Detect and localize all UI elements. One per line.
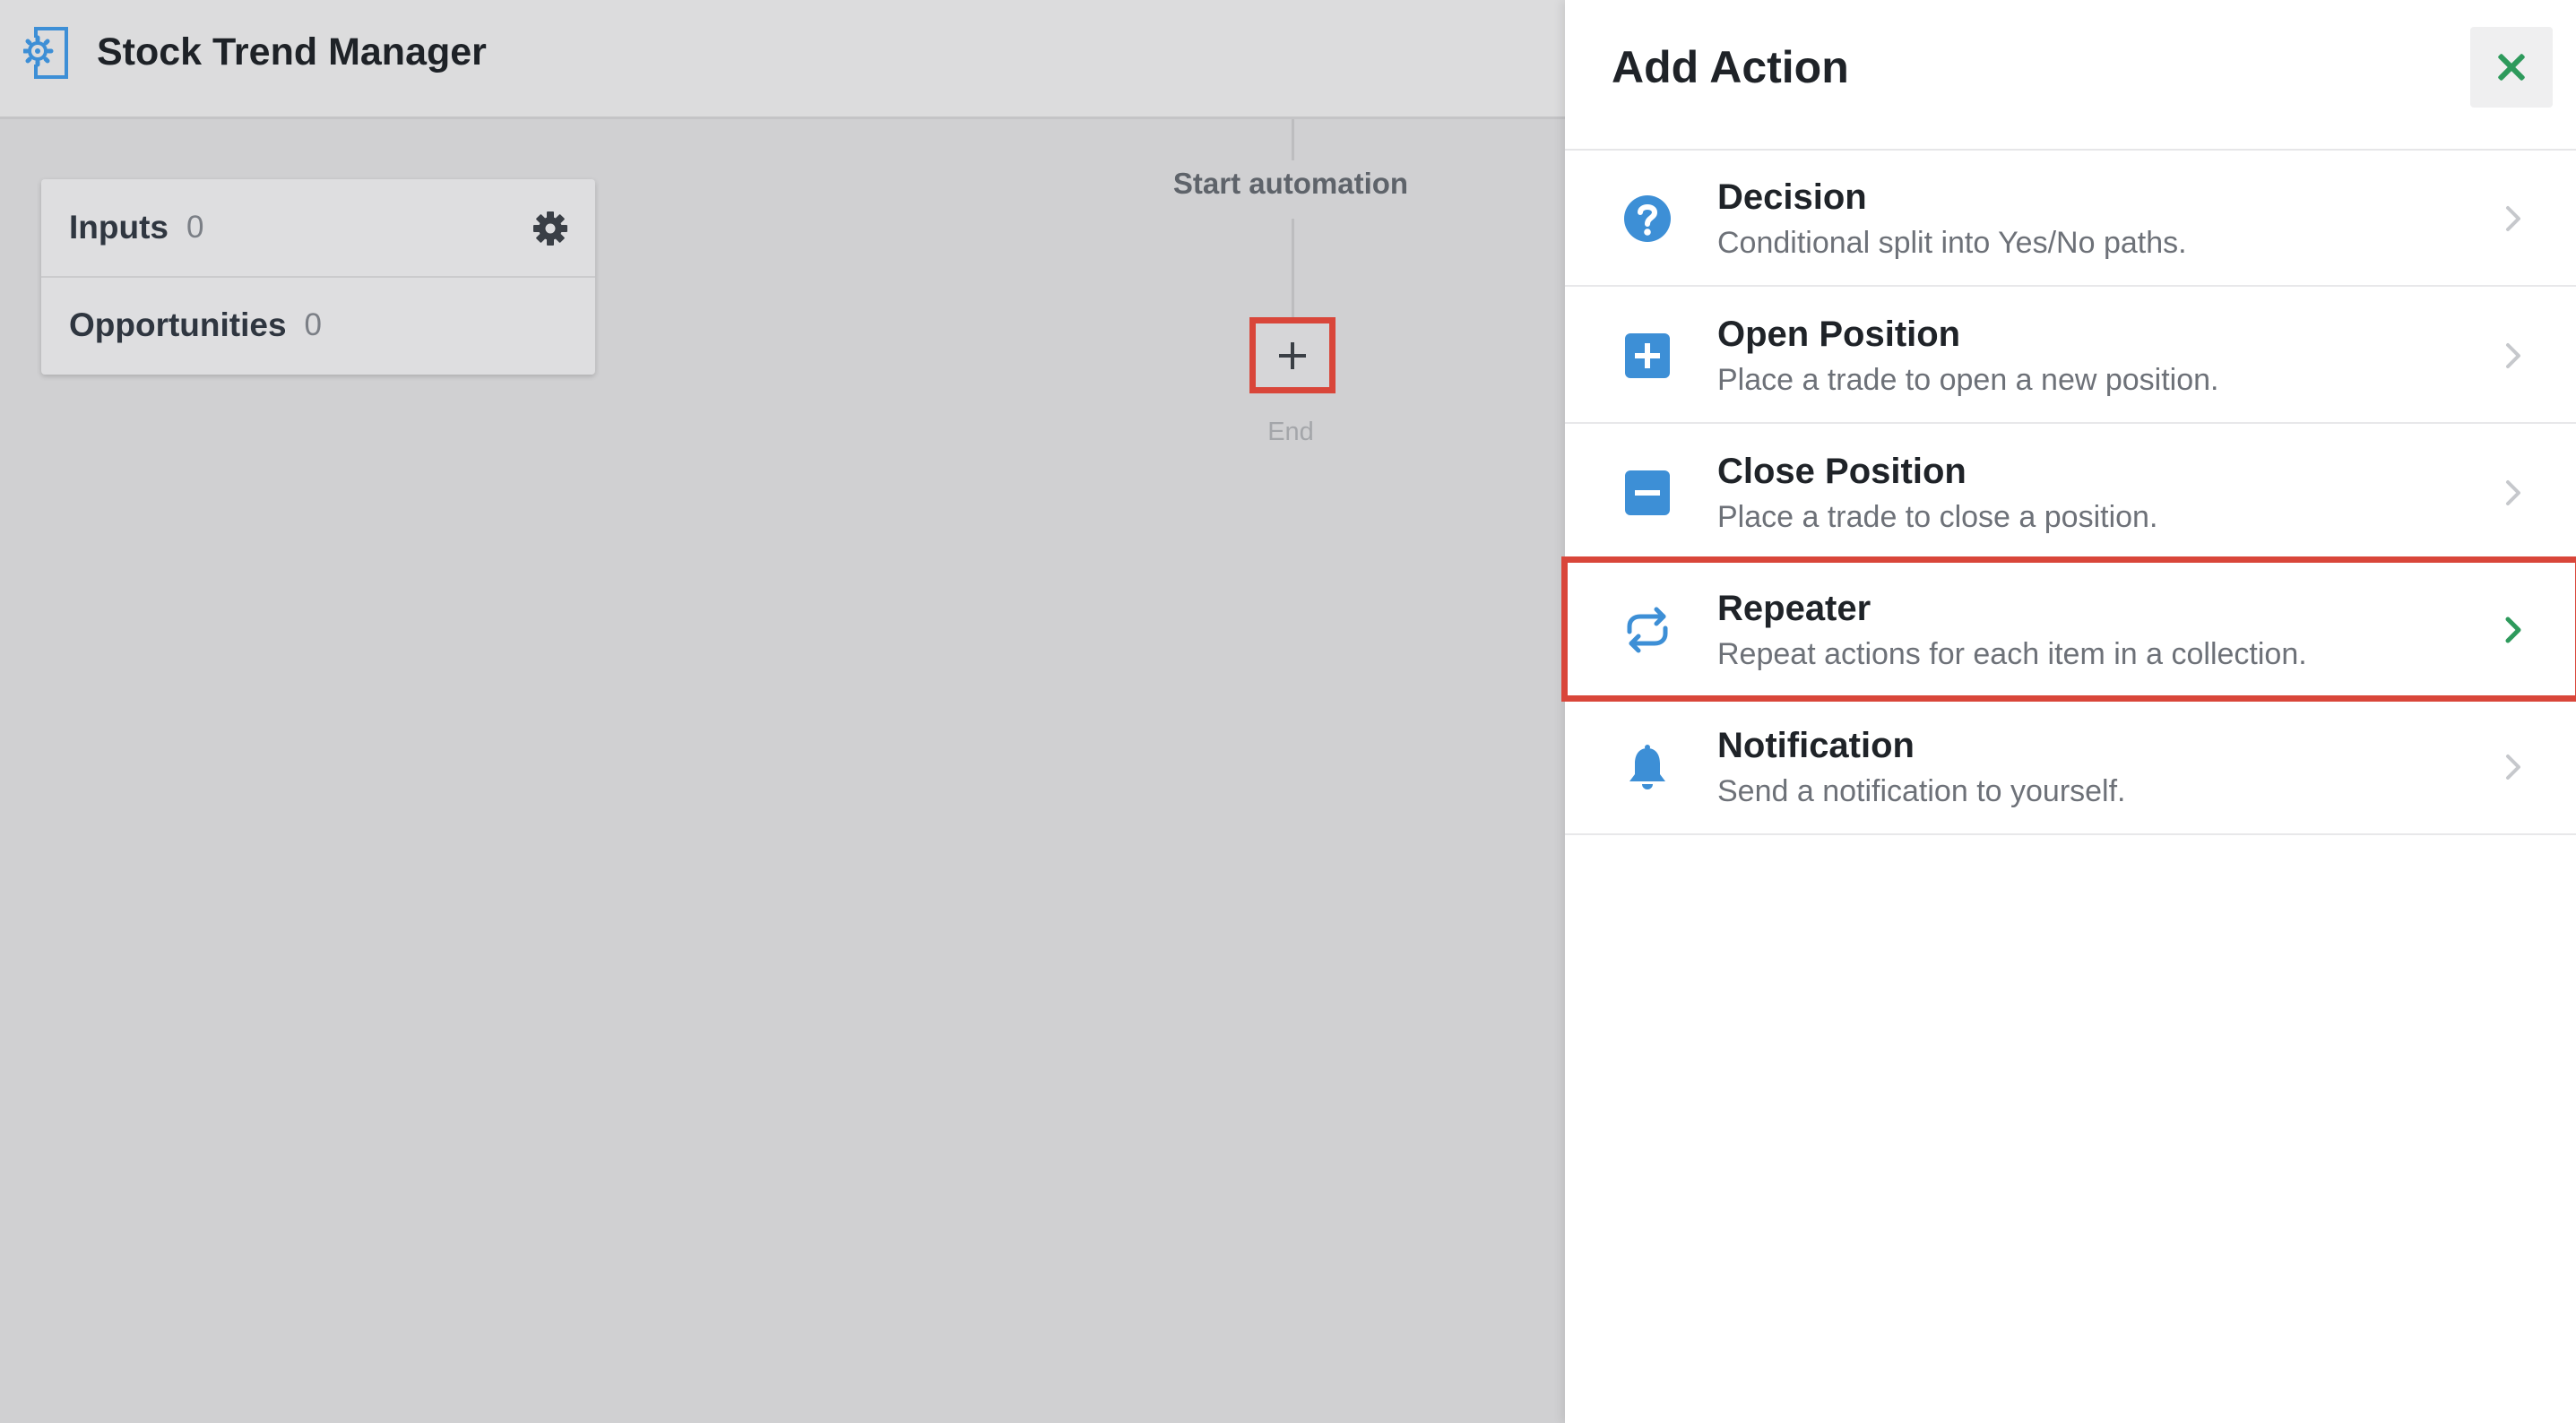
chevron-right-icon: [2506, 755, 2520, 780]
close-button[interactable]: [2470, 27, 2553, 108]
action-description: Send a notification to yourself.: [1717, 774, 2126, 808]
opportunities-row[interactable]: Opportunities 0: [41, 277, 595, 374]
action-description: Place a trade to open a new position.: [1717, 363, 2219, 397]
action-title: Repeater: [1717, 589, 1871, 628]
inputs-row[interactable]: Inputs 0: [41, 179, 595, 278]
action-title: Decision: [1717, 177, 1867, 217]
chevron-right-icon: [2506, 480, 2520, 505]
action-description: Place a trade to close a position.: [1717, 500, 2158, 534]
end-label: End: [1267, 418, 1314, 446]
opportunities-label: Opportunities: [69, 306, 287, 343]
minus-square-icon: [1625, 470, 1670, 515]
inputs-opportunities-card: Inputs 0 Opportunities 0: [41, 179, 595, 375]
action-title: Notification: [1717, 726, 1915, 765]
flow-connector-top: [1292, 119, 1294, 160]
gear-icon[interactable]: [532, 211, 568, 246]
plus-square-icon: [1625, 333, 1670, 378]
action-decision[interactable]: Decision Conditional split into Yes/No p…: [1565, 151, 2576, 287]
automation-gear-icon: [23, 27, 68, 79]
question-circle-icon: [1624, 195, 1671, 242]
repeat-icon: [1627, 607, 1668, 653]
action-title: Close Position: [1717, 452, 1967, 491]
inputs-count: 0: [186, 210, 204, 245]
chevron-right-icon: [2506, 343, 2520, 368]
panel-title: Add Action: [1612, 42, 1849, 92]
top-bar: Stock Trend Manager: [0, 0, 1565, 119]
automation-workspace: Stock Trend Manager Inputs 0 Opportuniti…: [0, 0, 1565, 1423]
chevron-right-icon: [2506, 206, 2520, 231]
action-open-position[interactable]: Open Position Place a trade to open a ne…: [1565, 288, 2576, 424]
opportunities-count: 0: [304, 307, 323, 342]
add-action-panel: Add Action Decision Conditional split in…: [1561, 0, 2576, 1423]
inputs-label: Inputs: [69, 209, 169, 246]
chevron-right-icon: [2505, 617, 2521, 643]
action-title: Open Position: [1717, 315, 1961, 354]
app-title: Stock Trend Manager: [97, 30, 487, 73]
flow-connector-middle: [1292, 219, 1294, 317]
action-close-position[interactable]: Close Position Place a trade to close a …: [1565, 425, 2576, 561]
action-repeater[interactable]: Repeater Repeat actions for each item in…: [1561, 556, 2576, 702]
action-description: Repeat actions for each item in a collec…: [1717, 637, 2307, 671]
action-description: Conditional split into Yes/No paths.: [1717, 226, 2187, 260]
action-notification[interactable]: Notification Send a notification to your…: [1565, 699, 2576, 835]
bell-icon: [1629, 745, 1665, 789]
add-step-button[interactable]: [1249, 317, 1336, 393]
start-automation-label: Start automation: [1172, 167, 1409, 200]
